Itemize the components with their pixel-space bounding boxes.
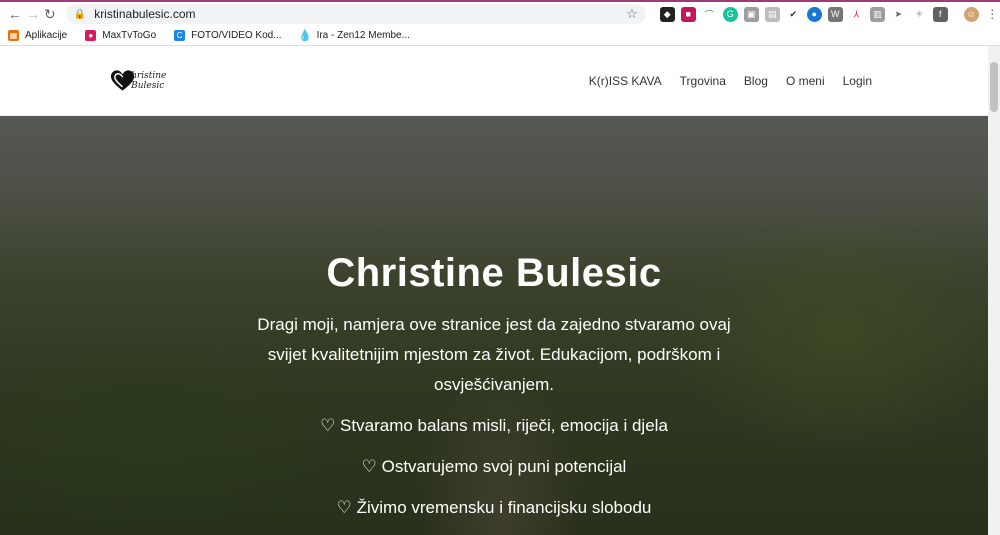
maxtv-icon: ● [85,30,97,41]
hero-intro: Dragi moji, namjera ove stranice jest da… [257,315,731,394]
apps-grid-icon: ▦ [8,30,19,41]
hero-section: Christine Bulesic Dragi moji, namjera ov… [0,116,988,535]
extension-icon[interactable]: ◆ [659,6,675,22]
bookmark-label: Aplikacije [25,30,68,41]
extension-icon[interactable]: ● [806,6,822,22]
extension-icon[interactable]: ▣ [743,6,759,22]
menu-item-trgovina[interactable]: Trgovina [680,74,726,88]
hero-title: Christine Bulesic [326,251,662,295]
checkmark-icon[interactable]: ✔ [785,6,801,22]
extension-icon[interactable]: ✳ [911,6,927,22]
extension-icon[interactable]: ▤ [764,6,780,22]
bookmark-label: FOTO/VIDEO Kod... [191,30,282,41]
bookmark-item[interactable]: C FOTO/VIDEO Kod... [174,30,282,41]
hero-bullet: ♡ Ostvarujemo svoj puni potencijal [361,457,627,476]
hero-bullet: ♡ Živimo vremensku i financijsku slobodu [336,498,652,517]
url-text[interactable]: kristinabulesic.com [94,7,626,21]
extension-icon[interactable]: ⌒ [701,6,717,22]
site-header: hristine Bulesic K(r)ISS KAVA Trgovina B… [0,46,1000,116]
extension-icon[interactable]: ■ [680,6,696,22]
page-viewport: hristine Bulesic K(r)ISS KAVA Trgovina B… [0,46,1000,535]
drop-icon: 💧 [298,30,312,42]
bookmark-star-icon[interactable]: ☆ [626,6,638,22]
bookmark-label: MaxTvToGo [102,30,157,41]
page-scrollbar[interactable] [988,46,1000,535]
pdf-icon[interactable]: ⅄ [848,6,864,22]
extension-icon[interactable]: ➤ [890,6,906,22]
profile-avatar[interactable]: ☺ [963,6,979,22]
menu-dots-icon[interactable]: ⋮ [984,6,1000,22]
foto-icon: C [174,30,186,41]
menu-item-o-meni[interactable]: O meni [786,74,825,88]
extensions-bar: ◆ ■ ⌒ G ▣ ▤ ✔ ● W ⅄ ▥ ➤ ✳ f ☺ ⋮ [659,6,1000,22]
bookmarks-bar: ▦ Aplikacije ● MaxTvToGo C FOTO/VIDEO Ko… [0,26,1000,46]
lock-icon[interactable]: 🔒 [74,9,86,20]
address-bar[interactable]: 🔒 kristinabulesic.com ☆ [65,4,646,24]
bookmark-item[interactable]: ● MaxTvToGo [85,30,156,41]
logo-text: hristine Bulesic [131,70,167,91]
site-logo[interactable]: hristine Bulesic [110,66,200,96]
hero-content: Christine Bulesic Dragi moji, namjera ov… [0,116,988,523]
menu-item-blog[interactable]: Blog [744,74,768,88]
bookmark-item[interactable]: 💧 Ira - Zen12 Membe... [298,30,410,42]
hero-bullet: ♡ Stvaramo balans misli, riječi, emocija… [320,416,668,435]
browser-toolbar: ← → ↻ 🔒 kristinabulesic.com ☆ ◆ ■ ⌒ G ▣ … [0,0,1000,26]
main-menu: K(r)ISS KAVA Trgovina Blog O meni Login [589,74,872,88]
menu-item-kiss-kava[interactable]: K(r)ISS KAVA [589,74,662,88]
extension-icon[interactable]: W [827,6,843,22]
reload-icon[interactable]: ↻ [44,4,56,24]
bookmark-label: Ira - Zen12 Membe... [316,30,410,41]
menu-item-login[interactable]: Login [843,74,872,88]
scrollbar-thumb[interactable] [990,62,998,112]
grammarly-icon[interactable]: G [722,6,738,22]
back-icon[interactable]: ← [8,4,22,24]
bookmark-item[interactable]: ▦ Aplikacije [8,30,67,41]
extension-icon[interactable]: ▥ [869,6,885,22]
forward-icon[interactable]: → [26,4,40,24]
facebook-icon[interactable]: f [932,6,948,22]
